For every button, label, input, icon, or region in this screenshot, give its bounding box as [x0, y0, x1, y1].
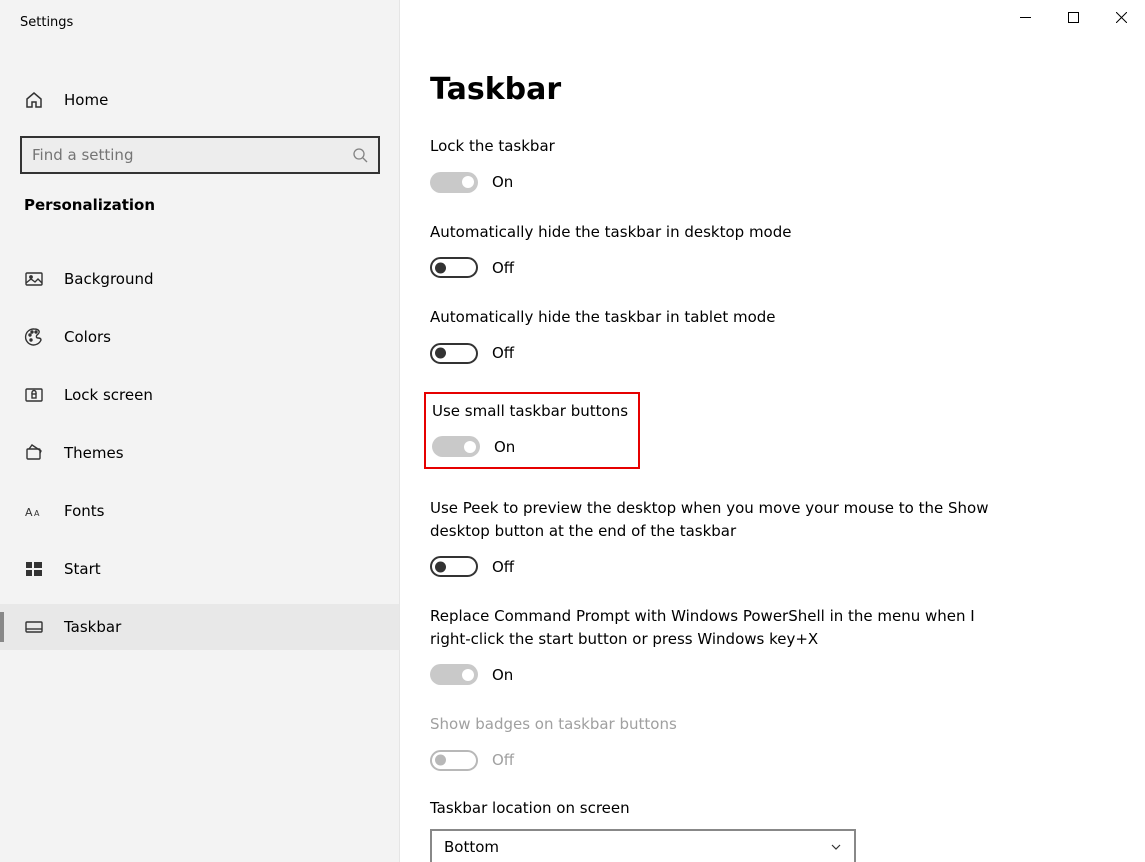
setting-label: Lock the taskbar [430, 135, 990, 158]
taskbar-location-select[interactable]: Bottom [430, 829, 856, 862]
window-controls [1001, 0, 1145, 34]
highlight-box: Use small taskbar buttons On [424, 392, 640, 470]
home-icon [24, 90, 44, 110]
select-value: Bottom [444, 838, 830, 856]
toggle-state: Off [492, 751, 514, 769]
sidebar-item-start[interactable]: Start [0, 546, 399, 592]
sidebar-item-taskbar[interactable]: Taskbar [0, 604, 399, 650]
maximize-button[interactable] [1049, 0, 1097, 34]
setting-label: Automatically hide the taskbar in tablet… [430, 306, 990, 329]
svg-text:A: A [34, 509, 40, 518]
sidebar-item-label: Start [64, 560, 101, 578]
setting-label: Use small taskbar buttons [430, 400, 628, 423]
toggle-state: On [492, 173, 513, 191]
main-content: Taskbar Lock the taskbar On Automaticall… [400, 0, 1145, 862]
search-icon [352, 147, 368, 163]
toggle-state: Off [492, 558, 514, 576]
category-label: Personalization [0, 174, 399, 214]
sidebar-item-colors[interactable]: Colors [0, 314, 399, 360]
toggle-peek[interactable] [430, 556, 478, 577]
toggle-powershell[interactable] [430, 664, 478, 685]
setting-badges: Show badges on taskbar buttons Off [430, 713, 990, 771]
search-box[interactable] [20, 136, 380, 174]
sidebar-item-label: Fonts [64, 502, 104, 520]
sidebar-item-lock-screen[interactable]: Lock screen [0, 372, 399, 418]
toggle-state: On [492, 666, 513, 684]
setting-label: Use Peek to preview the desktop when you… [430, 497, 990, 542]
toggle-small-buttons[interactable] [432, 436, 480, 457]
toggle-state: Off [492, 259, 514, 277]
setting-label: Show badges on taskbar buttons [430, 713, 990, 736]
setting-lock-taskbar: Lock the taskbar On [430, 135, 990, 193]
nav-home-label: Home [64, 91, 108, 109]
sidebar-item-label: Background [64, 270, 154, 288]
chevron-down-icon [830, 841, 842, 853]
image-icon [24, 269, 44, 289]
lockscreen-icon [24, 385, 44, 405]
sidebar-item-label: Colors [64, 328, 111, 346]
fonts-icon: AA [24, 501, 44, 521]
sidebar-item-label: Themes [64, 444, 124, 462]
taskbar-icon [24, 617, 44, 637]
sidebar-item-label: Taskbar [64, 618, 121, 636]
nav-list: Background Colors Lock screen Themes AA … [0, 256, 399, 650]
setting-peek: Use Peek to preview the desktop when you… [430, 497, 990, 577]
sidebar-item-themes[interactable]: Themes [0, 430, 399, 476]
app-title: Settings [0, 0, 399, 30]
toggle-badges [430, 750, 478, 771]
nav-home[interactable]: Home [0, 78, 399, 122]
palette-icon [24, 327, 44, 347]
setting-autohide-desktop: Automatically hide the taskbar in deskto… [430, 221, 990, 279]
setting-autohide-tablet: Automatically hide the taskbar in tablet… [430, 306, 990, 364]
setting-label: Taskbar location on screen [430, 799, 990, 817]
minimize-button[interactable] [1001, 0, 1049, 34]
themes-icon [24, 443, 44, 463]
search-input[interactable] [32, 146, 352, 164]
sidebar-item-fonts[interactable]: AA Fonts [0, 488, 399, 534]
toggle-autohide-desktop[interactable] [430, 257, 478, 278]
sidebar-item-label: Lock screen [64, 386, 153, 404]
setting-powershell: Replace Command Prompt with Windows Powe… [430, 605, 990, 685]
start-icon [24, 559, 44, 579]
setting-label: Automatically hide the taskbar in deskto… [430, 221, 990, 244]
setting-small-buttons: Use small taskbar buttons On [424, 392, 990, 470]
toggle-state: On [494, 438, 515, 456]
toggle-autohide-tablet[interactable] [430, 343, 478, 364]
toggle-lock-taskbar[interactable] [430, 172, 478, 193]
setting-label: Replace Command Prompt with Windows Powe… [430, 605, 990, 650]
toggle-state: Off [492, 344, 514, 362]
setting-taskbar-location: Taskbar location on screen Bottom [430, 799, 990, 862]
close-button[interactable] [1097, 0, 1145, 34]
svg-text:A: A [25, 506, 33, 519]
sidebar-item-background[interactable]: Background [0, 256, 399, 302]
sidebar: Settings Home Personalization Background… [0, 0, 400, 862]
